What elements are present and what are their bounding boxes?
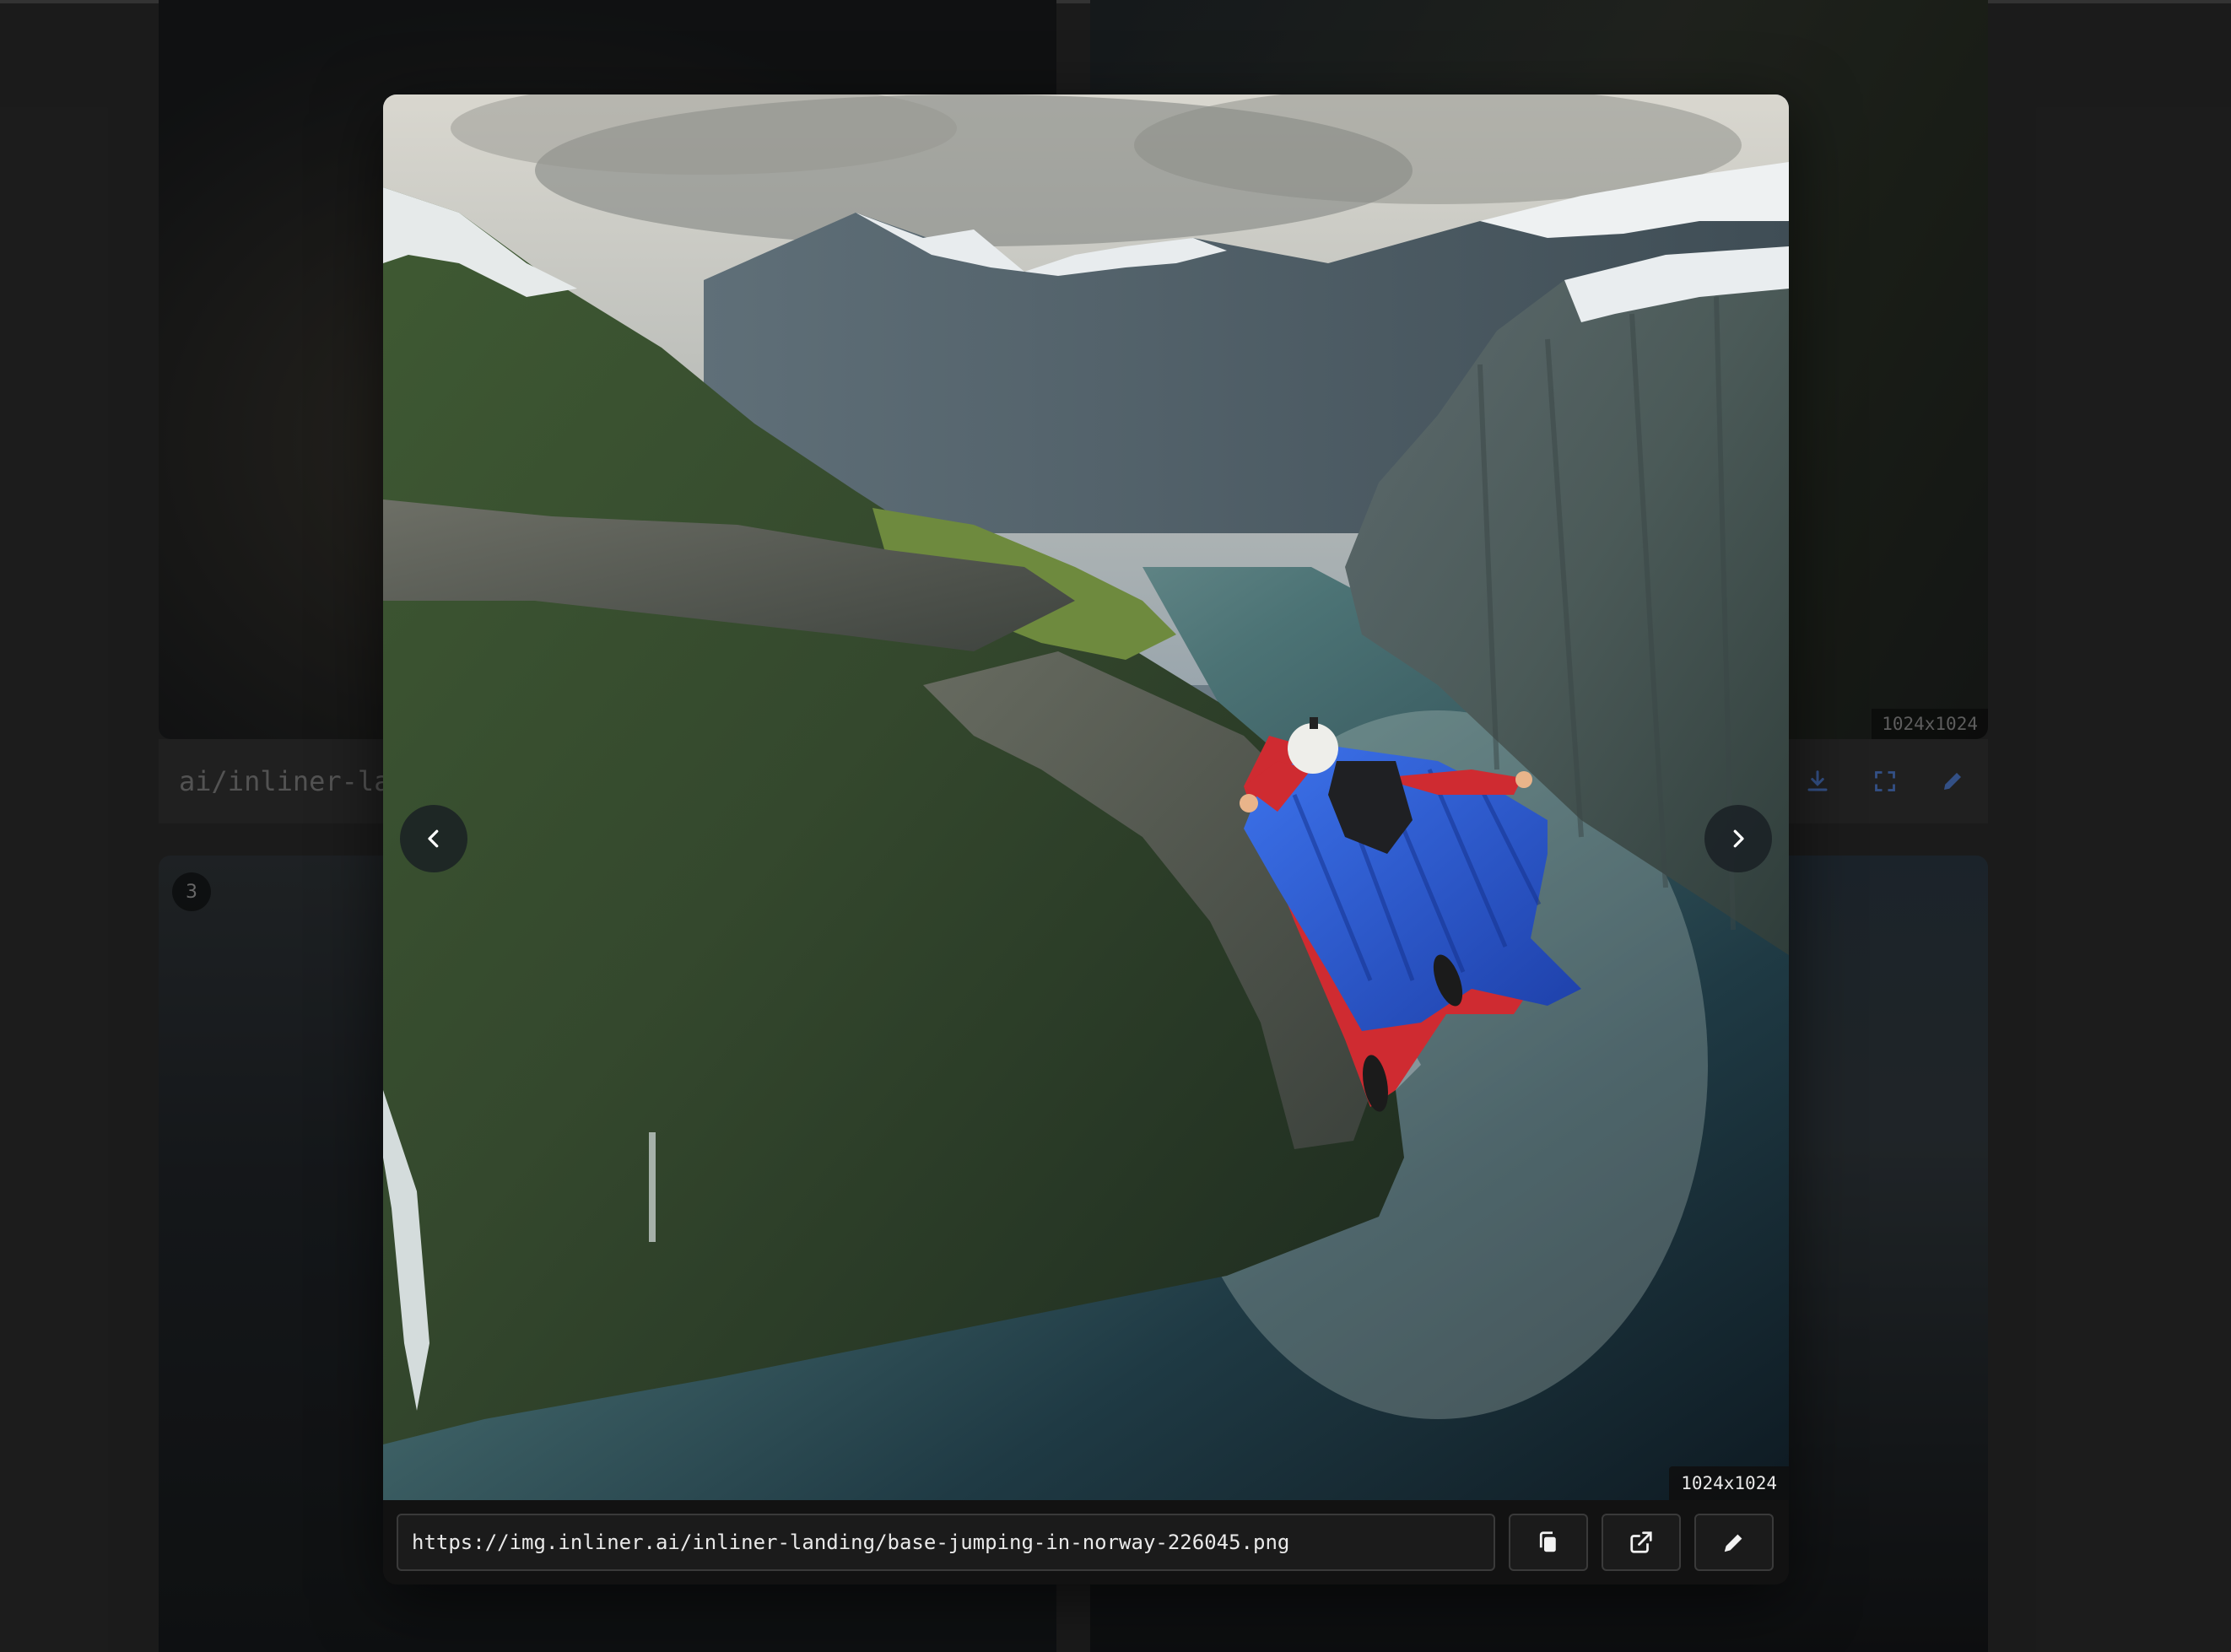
chevron-right-icon — [1733, 829, 1744, 848]
preview-image — [383, 94, 1789, 1500]
pencil-icon — [1724, 1532, 1744, 1552]
copy-button[interactable] — [1509, 1514, 1588, 1571]
lightbox-toolbar — [383, 1500, 1789, 1585]
chevron-left-icon — [428, 829, 439, 848]
next-image-button[interactable] — [1704, 805, 1772, 872]
copy-icon — [1539, 1531, 1556, 1552]
image-lightbox: 1024x1024 — [383, 94, 1789, 1585]
image-dimensions-badge: 1024x1024 — [1669, 1466, 1789, 1500]
edit-button[interactable] — [1694, 1514, 1774, 1571]
image-preview: 1024x1024 — [383, 94, 1789, 1500]
external-link-icon — [1630, 1531, 1652, 1553]
open-external-button[interactable] — [1602, 1514, 1681, 1571]
image-url-field[interactable] — [397, 1514, 1495, 1571]
previous-image-button[interactable] — [400, 805, 467, 872]
